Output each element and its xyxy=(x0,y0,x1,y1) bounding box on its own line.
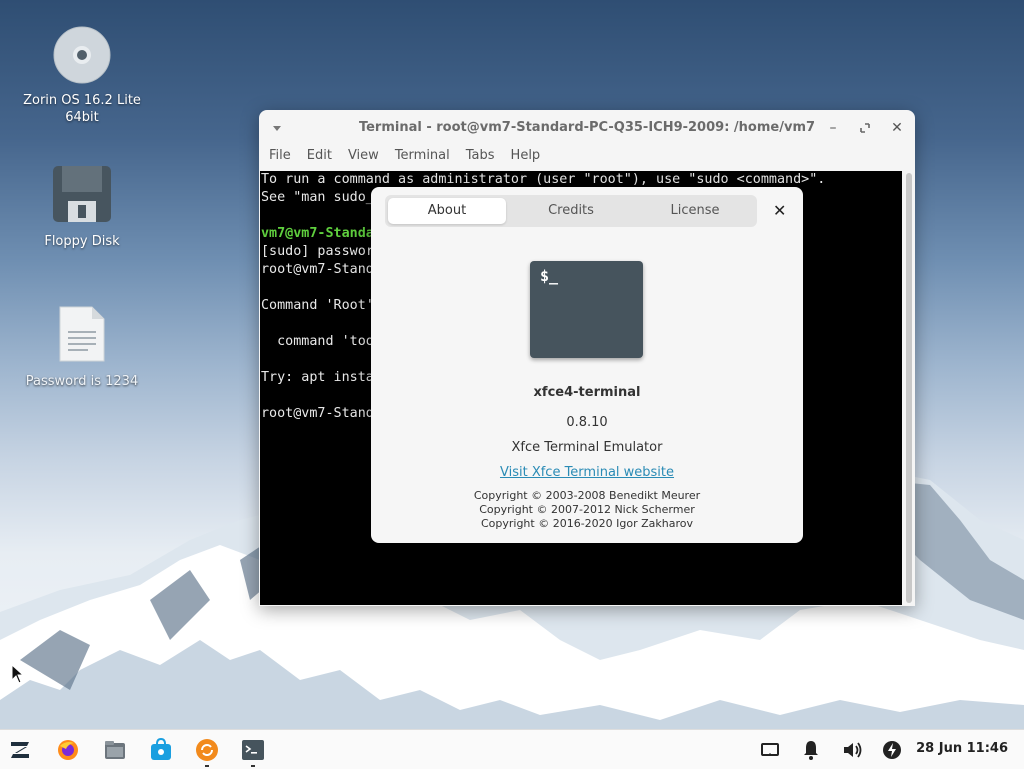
copyright-line: Copyright © 2016-2020 Igor Zakharov xyxy=(480,517,694,530)
terminal-titlebar[interactable]: Terminal - root@vm7-Standard-PC-Q35-ICH9… xyxy=(259,110,915,146)
desktop-icon-password-file[interactable]: Password is 1234 xyxy=(22,305,142,390)
maximize-icon[interactable] xyxy=(857,120,873,136)
desktop-icon-label: Floppy Disk xyxy=(44,234,120,249)
prompt-glyph: $_ xyxy=(540,267,559,285)
tab-about[interactable]: About xyxy=(388,198,506,224)
app-name: xfce4-terminal xyxy=(533,385,641,400)
running-indicator xyxy=(251,765,255,767)
about-tabs: About Credits License xyxy=(385,195,757,227)
software-store-icon[interactable] xyxy=(149,738,173,762)
desktop-icon-label-line2: 64bit xyxy=(65,110,99,125)
menu-tabs[interactable]: Tabs xyxy=(466,148,495,168)
copyright-line: Copyright © 2007-2012 Nick Schermer xyxy=(479,503,695,516)
close-button[interactable]: ✕ xyxy=(889,120,905,136)
menu-edit[interactable]: Edit xyxy=(307,148,332,168)
display-icon[interactable] xyxy=(758,738,782,762)
copyright-line: Copyright © 2003-2008 Benedikt Meurer xyxy=(473,489,701,502)
running-indicator xyxy=(205,765,209,767)
optical-disc-icon xyxy=(53,26,111,84)
tab-license[interactable]: License xyxy=(636,198,754,224)
taskbar: 28 Jun 11:46 xyxy=(0,729,1024,769)
desktop-icon-zorin-disc[interactable]: Zorin OS 16.2 Lite 64bit xyxy=(22,26,142,126)
close-icon[interactable]: ✕ xyxy=(773,201,786,220)
firefox-icon[interactable] xyxy=(56,738,80,762)
terminal-icon[interactable] xyxy=(241,738,265,762)
floppy-disk-icon xyxy=(53,166,111,222)
power-icon[interactable] xyxy=(880,738,904,762)
clock[interactable]: 28 Jun 11:46 xyxy=(916,741,1008,756)
terminal-scrollbar[interactable] xyxy=(906,173,912,603)
terminal-menubar: File Edit View Terminal Tabs Help xyxy=(259,148,540,168)
app-version: 0.8.10 xyxy=(566,415,608,430)
window-title: Terminal - root@vm7-Standard-PC-Q35-ICH9… xyxy=(358,120,816,135)
desktop-icon-floppy[interactable]: Floppy Disk xyxy=(22,165,142,250)
desktop-icon-label: Password is 1234 xyxy=(25,374,139,389)
menu-view[interactable]: View xyxy=(348,148,379,168)
menu-terminal[interactable]: Terminal xyxy=(395,148,450,168)
about-dialog: About Credits License ✕ $_ xfce4-termina… xyxy=(371,187,803,543)
minimize-button[interactable]: – xyxy=(825,120,841,136)
text-file-icon xyxy=(59,306,105,362)
notification-bell-icon[interactable] xyxy=(799,738,823,762)
mouse-cursor-icon xyxy=(11,664,25,684)
app-description: Xfce Terminal Emulator xyxy=(511,440,663,455)
menu-help[interactable]: Help xyxy=(511,148,541,168)
website-link[interactable]: Visit Xfce Terminal website xyxy=(371,465,803,480)
volume-icon[interactable] xyxy=(840,738,864,762)
files-icon[interactable] xyxy=(103,738,127,762)
terminal-app-icon: $_ xyxy=(530,261,643,358)
menu-file[interactable]: File xyxy=(269,148,291,168)
zorin-menu-icon[interactable] xyxy=(8,738,32,762)
software-updater-icon[interactable] xyxy=(195,738,219,762)
desktop-icon-label: Zorin OS 16.2 Lite xyxy=(23,93,141,108)
tab-credits[interactable]: Credits xyxy=(512,198,630,224)
